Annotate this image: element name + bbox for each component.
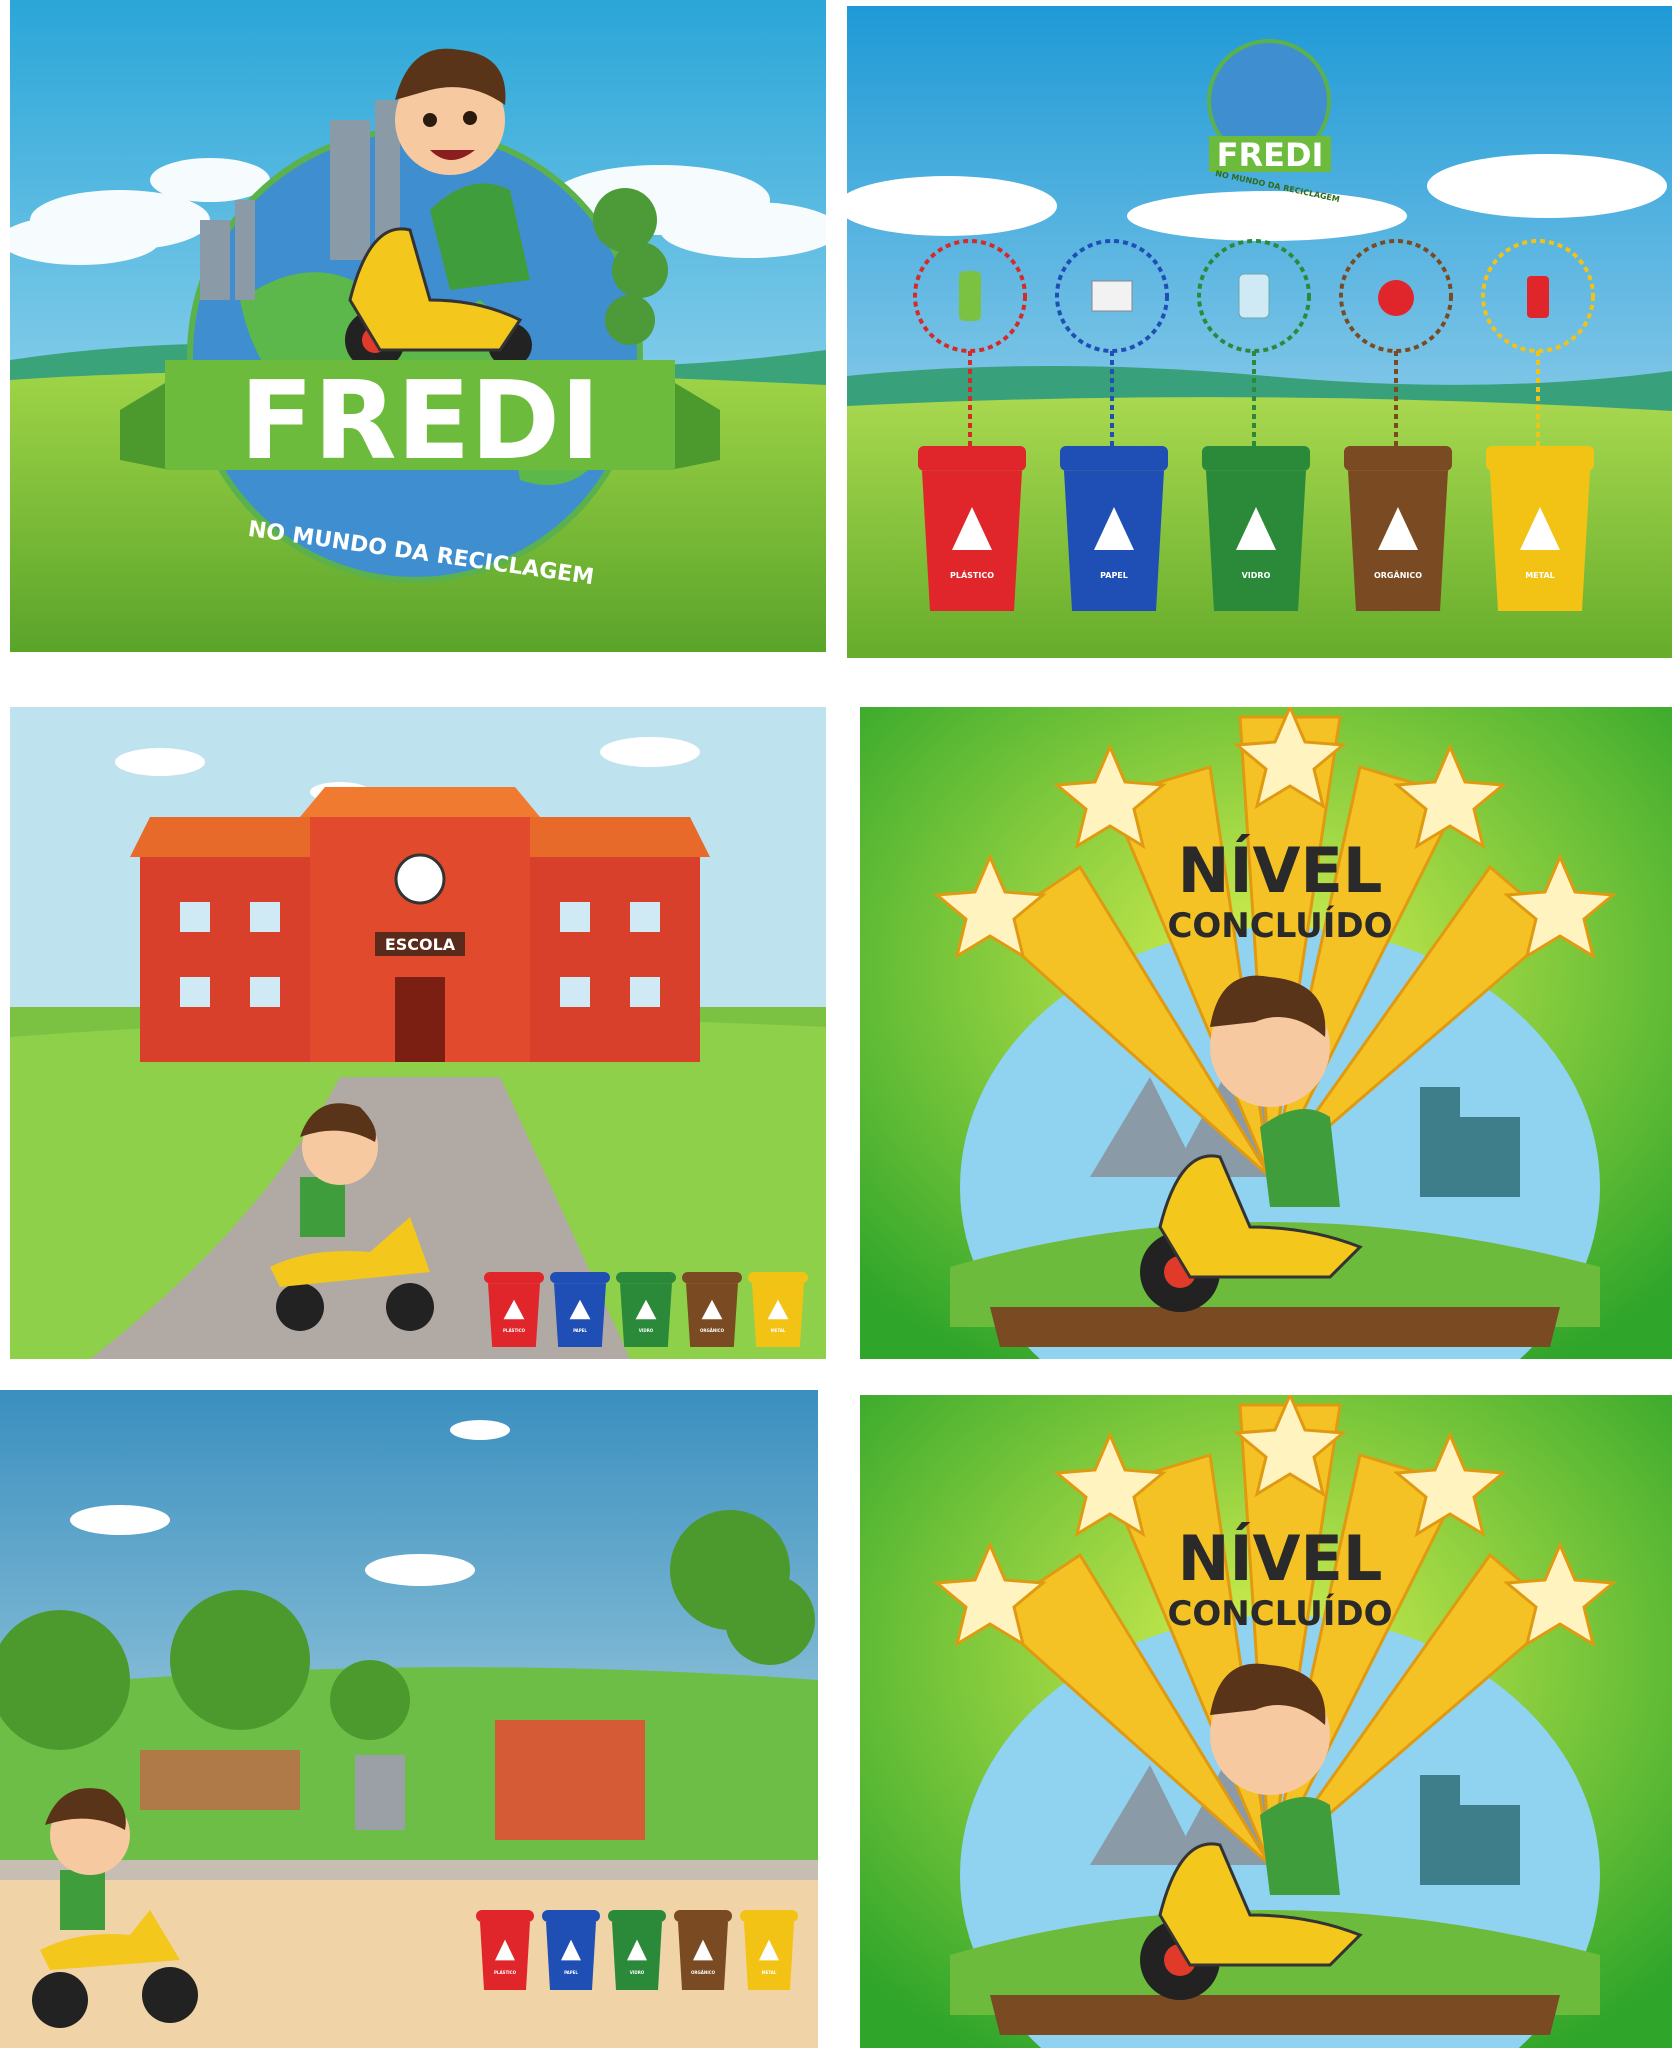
title-screen[interactable]: FREDI NO MUNDO DA RECICLAGEM [10,0,826,652]
bin-label: PAPEL [573,1328,587,1333]
recycling-bin-3[interactable]: VIDRO [1202,446,1310,611]
bin-lid [740,1910,798,1922]
bin-label: VIDRO [1242,571,1271,580]
apple-icon[interactable] [1378,280,1414,316]
level-complete-screen-2[interactable]: NÍVEL CONCLUÍDO [860,1395,1672,2048]
bin-lid [542,1910,600,1922]
bin-lid [616,1272,676,1284]
bin-label: PAPEL [564,1970,578,1975]
bin-lid [1060,446,1168,471]
recycling-bin-2[interactable]: PAPEL [1060,446,1168,611]
plastic-bottle-icon[interactable] [959,271,981,321]
school-screen[interactable]: ESCOLA PLÁSTICO PAPEL VIDRO ORGÂNICO METAL [10,707,826,1359]
level-complete-title: NÍVEL [1178,1522,1383,1595]
bin-label: ORGÂNICO [1374,569,1422,580]
park-screen[interactable]: PLÁSTICO PAPEL VIDRO ORGÂNICO METAL [0,1390,818,2048]
recycling-bin-4[interactable]: ORGÂNICO [674,1910,732,1990]
bin-label: PLÁSTICO [503,1328,526,1333]
level-complete-title: NÍVEL [1178,834,1383,907]
soda-can-icon[interactable] [1527,276,1549,318]
bin-label: PLÁSTICO [494,1970,517,1975]
recycling-bin-5[interactable]: METAL [1486,446,1594,611]
level-complete-subtitle: CONCLUÍDO [1167,905,1392,946]
bin-lid [608,1910,666,1922]
bin-label: VIDRO [630,1970,645,1975]
bin-lid [484,1272,544,1284]
recycling-bin-3[interactable]: VIDRO [608,1910,666,1990]
bin-label: ORGÂNICO [700,1328,725,1333]
school-sign: ESCOLA [385,935,456,954]
bin-label: VIDRO [639,1328,654,1333]
recycling-bin-4[interactable]: ORGÂNICO [682,1272,742,1347]
recycling-bin-1[interactable]: PLÁSTICO [484,1272,544,1347]
bin-label: METAL [1525,571,1555,580]
bin-label: PAPEL [1100,571,1128,580]
bin-lid [674,1910,732,1922]
bin-label: METAL [771,1328,786,1333]
bin-label: PLÁSTICO [950,569,994,580]
bin-lid [682,1272,742,1284]
recycling-bin-5[interactable]: METAL [748,1272,808,1347]
bin-label: METAL [762,1970,777,1975]
bin-lid [1202,446,1310,471]
game-title: FREDI [240,359,601,484]
level-complete-screen-1[interactable]: NÍVEL CONCLUÍDO [860,707,1672,1359]
bin-label: ORGÂNICO [691,1970,716,1975]
recycling-bin-3[interactable]: VIDRO [616,1272,676,1347]
recycling-bin-4[interactable]: ORGÂNICO [1344,446,1452,611]
bin-lid [550,1272,610,1284]
recycling-bin-2[interactable]: PAPEL [550,1272,610,1347]
recycling-bin-1[interactable]: PLÁSTICO [918,446,1026,611]
newspaper-icon[interactable] [1091,280,1133,312]
bin-lid [918,446,1026,471]
bin-lid [1344,446,1452,471]
bin-lid [476,1910,534,1922]
level-complete-subtitle: CONCLUÍDO [1167,1593,1392,1634]
bin-lid [1486,446,1594,471]
logo-title: FREDI [1217,136,1324,174]
recycling-bin-5[interactable]: METAL [740,1910,798,1990]
recycling-bin-2[interactable]: PAPEL [542,1910,600,1990]
recycling-bin-1[interactable]: PLÁSTICO [476,1910,534,1990]
bin-lid [748,1272,808,1284]
glass-jar-icon[interactable] [1238,273,1270,319]
sorting-screen[interactable]: FREDI NO MUNDO DA RECICLAGEM PLÁSTICO PAP… [847,6,1672,658]
